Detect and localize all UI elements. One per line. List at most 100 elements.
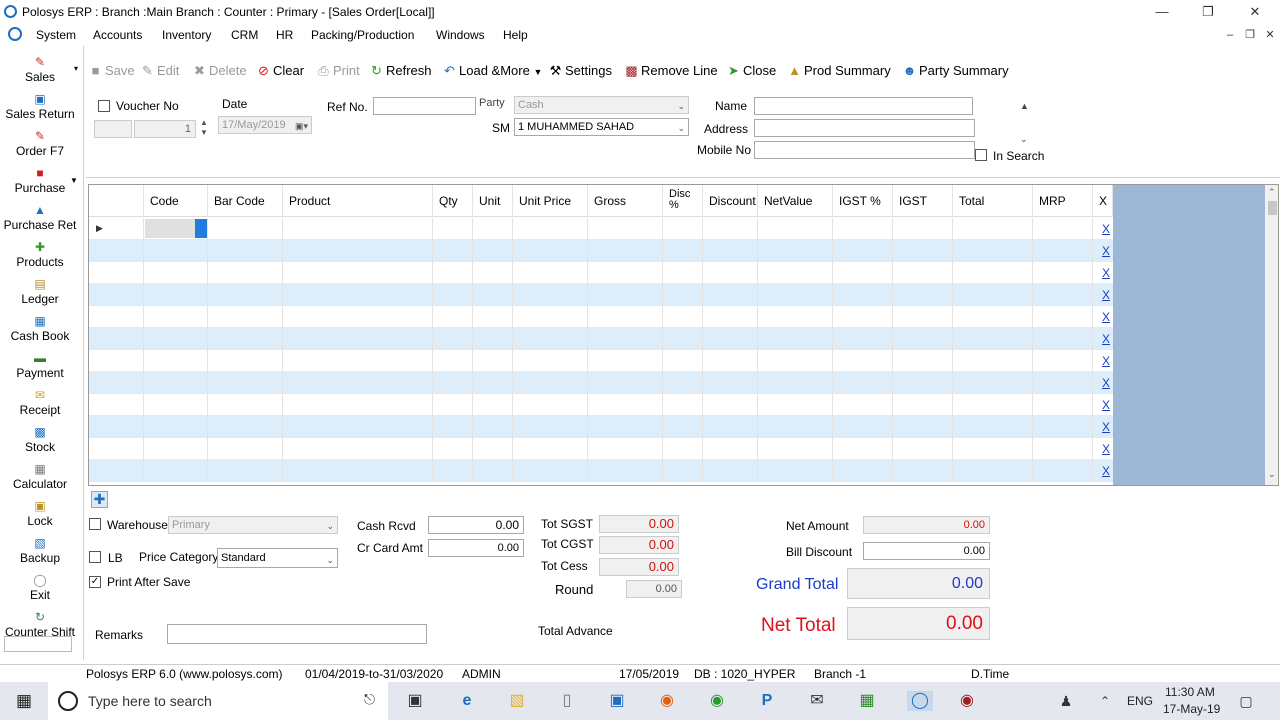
remove-row-link[interactable]: X bbox=[1100, 332, 1112, 346]
column-header[interactable]: IGST bbox=[893, 185, 953, 217]
store-icon[interactable]: ▣ bbox=[607, 691, 627, 711]
scrollbar-thumb[interactable] bbox=[1268, 201, 1277, 215]
sidebar-pin-icon[interactable]: ▾ bbox=[74, 64, 78, 73]
mdi-minimize-icon[interactable]: – bbox=[1220, 26, 1240, 44]
grid-vertical-scrollbar[interactable]: ⌃ ⌄ bbox=[1265, 185, 1278, 485]
purchase-dropdown-icon[interactable]: ▼ bbox=[70, 176, 78, 185]
name-input[interactable] bbox=[754, 97, 973, 115]
restore-icon[interactable]: ❐ bbox=[1198, 3, 1218, 21]
prod-summary-button[interactable]: ▲ Prod Summary bbox=[787, 63, 891, 78]
sidebar-item-lock[interactable]: ▣ Lock bbox=[0, 500, 80, 529]
windows-start-icon[interactable]: ▦ bbox=[14, 691, 34, 711]
bill-discount-input[interactable]: 0.00 bbox=[863, 542, 990, 560]
sidebar-item-exit[interactable]: ◯ Exit bbox=[0, 574, 80, 603]
delete-button[interactable]: ✖ Delete bbox=[192, 63, 247, 79]
table-row[interactable]: X bbox=[89, 350, 1113, 372]
remove-row-link[interactable]: X bbox=[1100, 310, 1112, 324]
lb-checkbox[interactable] bbox=[89, 551, 101, 563]
edge-icon[interactable]: e bbox=[457, 691, 477, 711]
taskbar-search-box[interactable]: Type here to search ⎋ bbox=[48, 682, 388, 720]
remove-line-button[interactable]: ▩ Remove Line bbox=[624, 63, 717, 79]
close-button[interactable]: ➤ Close bbox=[726, 63, 776, 79]
items-grid[interactable]: Code Bar Code Product Qty Unit Unit Pric… bbox=[88, 184, 1279, 486]
people-icon[interactable]: ♟ bbox=[1056, 691, 1076, 711]
language-indicator[interactable]: ENG bbox=[1127, 694, 1153, 708]
spreadsheet-icon[interactable]: ▦ bbox=[857, 691, 877, 711]
scroll-down-icon[interactable]: ⌄ bbox=[1020, 134, 1028, 145]
polosys-erp-icon[interactable]: ◯ bbox=[907, 691, 933, 711]
table-row[interactable]: X bbox=[89, 328, 1113, 350]
remove-row-link[interactable]: X bbox=[1100, 464, 1112, 478]
menu-system[interactable]: System bbox=[36, 28, 76, 42]
voucher-checkbox[interactable] bbox=[98, 100, 110, 112]
cash-rcvd-input[interactable]: 0.00 bbox=[428, 516, 524, 534]
sidebar-item-counter-shift[interactable]: ↻ Counter Shift bbox=[0, 611, 80, 640]
add-row-icon[interactable]: ✚ bbox=[91, 491, 108, 508]
firefox-icon[interactable]: ◉ bbox=[657, 691, 677, 711]
scroll-up-icon[interactable]: ▲ bbox=[1020, 101, 1029, 111]
warehouse-select[interactable]: Primary ⌄ bbox=[168, 516, 338, 534]
load-dropdown-icon[interactable]: ▼ bbox=[533, 67, 542, 77]
remove-row-link[interactable]: X bbox=[1100, 420, 1112, 434]
sidebar-item-calculator[interactable]: ▦ Calculator bbox=[0, 463, 80, 492]
print-button[interactable]: ⎙ Print bbox=[316, 63, 359, 79]
menu-packing[interactable]: Packing/Production bbox=[311, 28, 414, 42]
table-row[interactable]: X bbox=[89, 240, 1113, 262]
table-row[interactable]: ▶ X bbox=[89, 218, 1113, 240]
sidebar-item-products[interactable]: ✚ Products bbox=[0, 241, 80, 270]
menu-hr[interactable]: HR bbox=[276, 28, 293, 42]
sidebar-item-purchase-ret[interactable]: ▲ Purchase Ret bbox=[0, 204, 80, 233]
remove-row-link[interactable]: X bbox=[1100, 442, 1112, 456]
remove-row-link[interactable]: X bbox=[1100, 266, 1112, 280]
voucher-spinner-icon[interactable]: ▲ ▼ bbox=[200, 118, 208, 138]
calendar-icon[interactable]: ▣▾ bbox=[295, 118, 308, 134]
remove-row-link[interactable]: X bbox=[1100, 398, 1112, 412]
remove-row-link[interactable]: X bbox=[1100, 222, 1112, 236]
refresh-button[interactable]: ↻ Refresh bbox=[369, 63, 431, 79]
document-icon[interactable]: ▯ bbox=[557, 691, 577, 711]
sidebar-item-purchase[interactable]: ■ Purchase bbox=[0, 167, 80, 196]
column-header[interactable]: X bbox=[1093, 185, 1113, 217]
sidebar-item-sales-return[interactable]: ▣ Sales Return bbox=[0, 93, 80, 122]
clock-date[interactable]: 17-May-19 bbox=[1163, 702, 1220, 716]
sidebar-item-backup[interactable]: ▧ Backup bbox=[0, 537, 80, 566]
sm-select[interactable]: 1 MUHAMMED SAHAD ⌄ bbox=[514, 118, 689, 136]
app-menu-icon[interactable] bbox=[8, 27, 22, 41]
scroll-up-icon[interactable]: ⌃ bbox=[1268, 187, 1276, 198]
remarks-input[interactable] bbox=[167, 624, 427, 644]
camtasia-icon[interactable]: ◉ bbox=[707, 691, 727, 711]
print-after-save-checkbox[interactable]: ✓ bbox=[89, 576, 101, 588]
price-category-select[interactable]: Standard ⌄ bbox=[217, 548, 338, 568]
table-row[interactable]: X bbox=[89, 438, 1113, 460]
sidebar-item-order[interactable]: ✎ Order F7 bbox=[0, 130, 80, 159]
remove-row-link[interactable]: X bbox=[1100, 376, 1112, 390]
mail-icon[interactable]: ✉ bbox=[807, 691, 827, 711]
sidebar-item-payment[interactable]: ▬ Payment bbox=[0, 352, 80, 381]
remove-row-link[interactable]: X bbox=[1100, 354, 1112, 368]
column-header[interactable]: Gross bbox=[588, 185, 663, 217]
ref-no-input[interactable] bbox=[373, 97, 476, 115]
save-button[interactable]: ■ Save bbox=[88, 63, 135, 78]
in-search-checkbox[interactable] bbox=[975, 149, 987, 161]
menu-windows[interactable]: Windows bbox=[436, 28, 485, 42]
voucher-number-field[interactable]: 1 bbox=[134, 120, 196, 138]
party-summary-button[interactable]: ☻ Party Summary bbox=[902, 63, 1009, 78]
notification-icon[interactable]: ▢ bbox=[1236, 691, 1256, 711]
mobile-no-input[interactable] bbox=[754, 141, 975, 159]
tray-chevron-icon[interactable]: ⌃ bbox=[1095, 691, 1115, 711]
sidebar-item-cash-book[interactable]: ▦ Cash Book bbox=[0, 315, 80, 344]
column-header[interactable]: Qty bbox=[433, 185, 473, 217]
file-explorer-icon[interactable]: ▧ bbox=[507, 691, 527, 711]
edit-button[interactable]: ✎ Edit bbox=[140, 63, 179, 79]
table-row[interactable]: X bbox=[89, 416, 1113, 438]
menu-accounts[interactable]: Accounts bbox=[93, 28, 142, 42]
polosys-p-icon[interactable]: P bbox=[757, 691, 777, 711]
close-window-icon[interactable]: ✕ bbox=[1245, 3, 1265, 21]
clock-time[interactable]: 11:30 AM bbox=[1165, 685, 1215, 699]
table-row[interactable]: X bbox=[89, 372, 1113, 394]
remove-row-link[interactable]: X bbox=[1100, 244, 1112, 258]
column-header[interactable]: IGST % bbox=[833, 185, 893, 217]
menu-crm[interactable]: CRM bbox=[231, 28, 258, 42]
minimize-icon[interactable]: — bbox=[1152, 3, 1172, 21]
mdi-restore-icon[interactable]: ❐ bbox=[1240, 26, 1260, 44]
